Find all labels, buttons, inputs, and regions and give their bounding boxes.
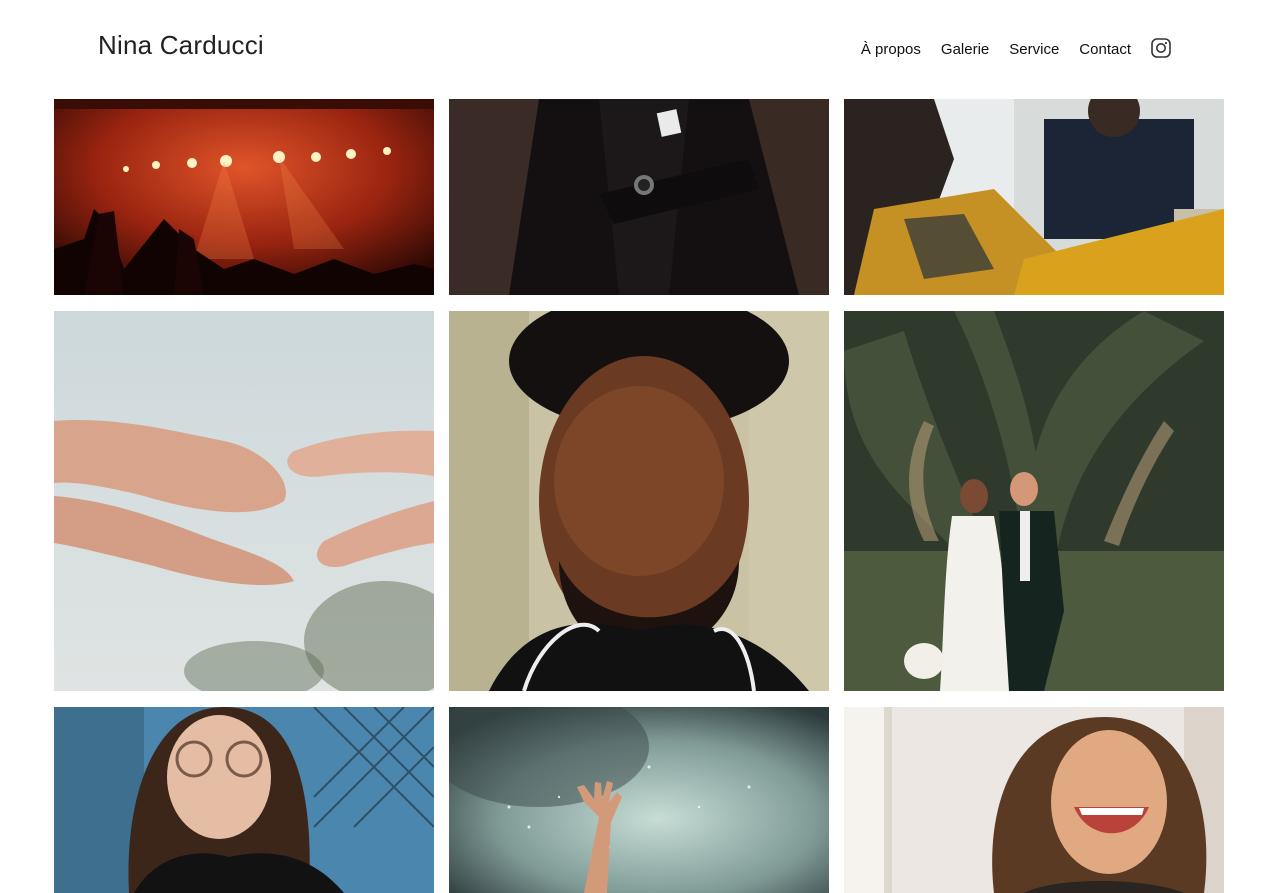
nav-link-service[interactable]: Service [1009,41,1059,58]
nav-link-contact[interactable]: Contact [1079,41,1131,58]
gallery-photo-hands-reaching[interactable] [54,311,434,691]
site-brand[interactable]: Nina Carducci [98,30,264,61]
gallery-photo-wedding-couple[interactable] [844,311,1224,691]
gallery-photo-hand-in-smoke[interactable] [449,707,829,893]
gallery-photo-woman-glasses[interactable] [54,707,434,893]
main-nav: À propos Galerie Service Contact [841,38,1171,59]
gallery-photo-man-in-suit[interactable] [449,99,829,295]
nav-link-a-propos[interactable]: À propos [861,41,921,58]
gallery-photo-concert[interactable] [54,99,434,295]
gallery-photo-people-at-table[interactable] [844,99,1224,295]
nav-link-galerie[interactable]: Galerie [941,41,989,58]
gallery-photo-laughing-woman[interactable] [844,707,1224,893]
site-header: Nina Carducci À propos Galerie Service C… [0,0,1275,96]
gallery-photo-portrait-man[interactable] [449,311,829,691]
instagram-icon[interactable] [1151,38,1171,58]
photo-gallery [54,99,1224,893]
